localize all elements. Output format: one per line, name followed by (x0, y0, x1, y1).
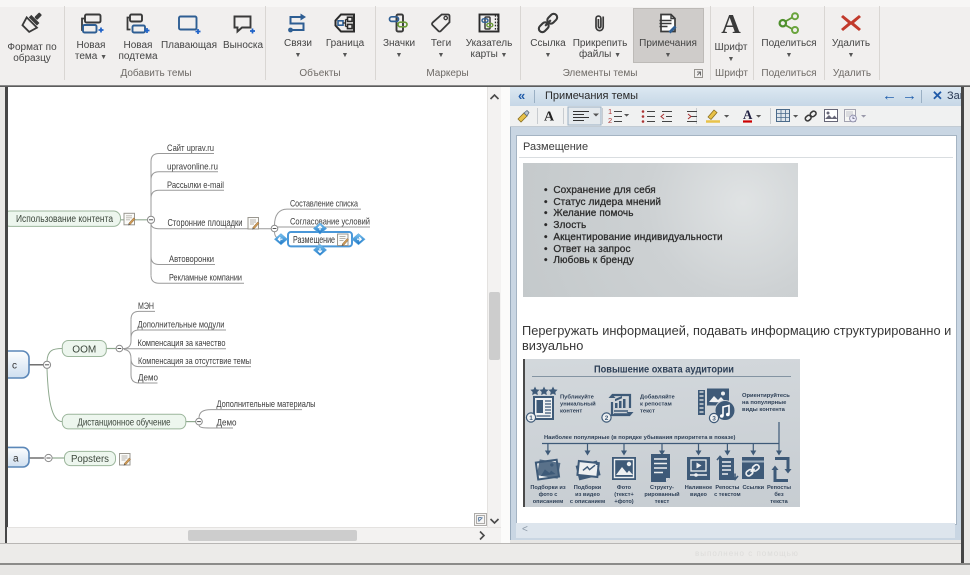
svg-text:1: 1 (608, 107, 612, 116)
svg-text:описанием: описанием (533, 499, 564, 505)
svg-text:Демо: Демо (217, 418, 237, 429)
svg-text:1: 1 (529, 415, 533, 422)
svg-text:Репосты: Репосты (715, 485, 739, 491)
svg-text:фото с: фото с (539, 491, 558, 498)
svg-text:текст: текст (655, 499, 670, 505)
svg-text:Автоворонки: Автоворонки (169, 254, 214, 265)
svg-text:Повышение охвата аудитории: Повышение охвата аудитории (594, 364, 734, 376)
svg-text:Компенсация за качество: Компенсация за качество (138, 338, 226, 349)
svg-text:Сторонние площадки: Сторонние площадки (168, 218, 243, 229)
svg-text:Структу-: Структу- (650, 485, 674, 491)
svg-text:Подборки из: Подборки из (530, 484, 565, 491)
svg-text:к репостам: к репостам (640, 402, 672, 408)
svg-text:Составление списка: Составление списка (290, 199, 359, 210)
svg-text:текст: текст (640, 409, 655, 415)
svg-text:Публикуйте: Публикуйте (560, 394, 595, 401)
svg-text:рированный: рированный (644, 491, 680, 498)
svg-text:Рассылки e-mail: Рассылки e-mail (167, 180, 224, 191)
svg-text:Подборки: Подборки (574, 484, 602, 491)
svg-text:из видео: из видео (575, 492, 600, 498)
svg-text:а: а (13, 454, 19, 465)
svg-text:с: с (12, 361, 17, 372)
svg-text:Репосты: Репосты (767, 485, 791, 491)
svg-text:Фото: Фото (617, 485, 632, 491)
svg-text:Ориентируйтесь: Ориентируйтесь (742, 392, 790, 399)
svg-text:с описанием: с описанием (570, 499, 605, 505)
svg-text:Дополнительные материалы: Дополнительные материалы (217, 399, 316, 410)
svg-text:A: A (544, 110, 555, 125)
svg-text:Демо: Демо (138, 373, 158, 384)
svg-text:на популярные: на популярные (742, 400, 787, 406)
svg-text:upravonline.ru: upravonline.ru (167, 161, 218, 172)
svg-text:+фото): +фото) (614, 498, 633, 505)
svg-text:Дистанционное обучение: Дистанционное обучение (78, 416, 171, 428)
svg-text:Использование контента: Использование контента (16, 214, 113, 225)
svg-text:2: 2 (608, 116, 612, 125)
svg-text:Сайт uprav.ru: Сайт uprav.ru (167, 143, 214, 154)
svg-text:уникальный: уникальный (560, 401, 596, 408)
svg-text:Наиболее популярные (в порядке: Наиболее популярные (в порядке убывания … (544, 434, 735, 441)
svg-text:видео: видео (690, 492, 708, 498)
svg-text:Ссылки: Ссылки (742, 485, 764, 491)
svg-text:без: без (774, 491, 784, 498)
svg-text:текста: текста (770, 499, 788, 505)
svg-text:с текстом: с текстом (714, 492, 741, 498)
svg-text:Согласование условий: Согласование условий (290, 217, 370, 228)
svg-text:Popsters: Popsters (71, 454, 109, 465)
svg-text:2: 2 (605, 415, 609, 422)
svg-text:Добавляйте: Добавляйте (640, 394, 676, 401)
svg-text:Компенсация за отсутствие темы: Компенсация за отсутствие темы (138, 356, 251, 367)
svg-text:(текст+: (текст+ (614, 492, 634, 498)
svg-text:Дополнительные модули: Дополнительные модули (138, 320, 225, 331)
svg-text:ООМ: ООМ (72, 344, 96, 355)
svg-text:Размещение: Размещение (293, 235, 335, 246)
svg-text:виды контента: виды контента (742, 407, 786, 413)
svg-text:МЭН: МЭН (138, 301, 154, 312)
svg-text:Наливное: Наливное (685, 485, 713, 491)
svg-text:A: A (743, 107, 753, 122)
svg-text:3: 3 (712, 416, 716, 423)
svg-text:контент: контент (560, 409, 582, 415)
svg-text:Рекламные компании: Рекламные компании (169, 273, 242, 284)
